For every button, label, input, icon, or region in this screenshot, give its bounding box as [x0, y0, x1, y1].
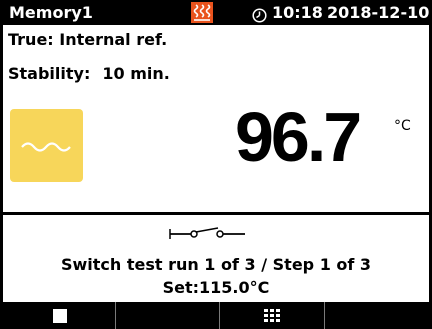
stability-row: Stability: 10 min. — [8, 64, 170, 83]
temperature-reading: 96.7 — [235, 98, 362, 176]
softkey-bar — [0, 302, 432, 329]
test-run-status: Switch test run 1 of 3 / Step 1 of 3 — [60, 255, 372, 274]
instrument-screen: Memory1 10:18 2018-12-10 True: Internal … — [0, 0, 432, 329]
softkey-4[interactable] — [325, 302, 432, 329]
temperature-unit: °C — [394, 118, 411, 134]
wave-icon — [21, 142, 71, 152]
time-display: 10:18 — [272, 3, 323, 22]
status-bar: Memory1 10:18 2018-12-10 — [0, 0, 432, 25]
switch-icon — [165, 225, 249, 243]
stability-value: 10 min. — [102, 64, 170, 83]
setpoint-label: Set:115.0°C — [162, 278, 270, 297]
test-panel: Switch test run 1 of 3 / Step 1 of 3 Set… — [3, 215, 429, 302]
heating-icon — [191, 2, 213, 23]
softkey-stop[interactable] — [0, 302, 115, 329]
date-display: 2018-12-10 — [327, 3, 430, 22]
program-name: Memory1 — [9, 3, 93, 22]
main-panel: True: Internal ref. Stability: 10 min. 96… — [3, 25, 429, 212]
stop-icon — [53, 309, 67, 323]
softkey-2[interactable] — [116, 302, 219, 329]
softkey-menu[interactable] — [220, 302, 324, 329]
grid-icon — [264, 309, 280, 323]
reference-label: True: Internal ref. — [8, 30, 168, 49]
stability-indicator — [10, 109, 83, 182]
stability-label: Stability: — [8, 64, 91, 83]
